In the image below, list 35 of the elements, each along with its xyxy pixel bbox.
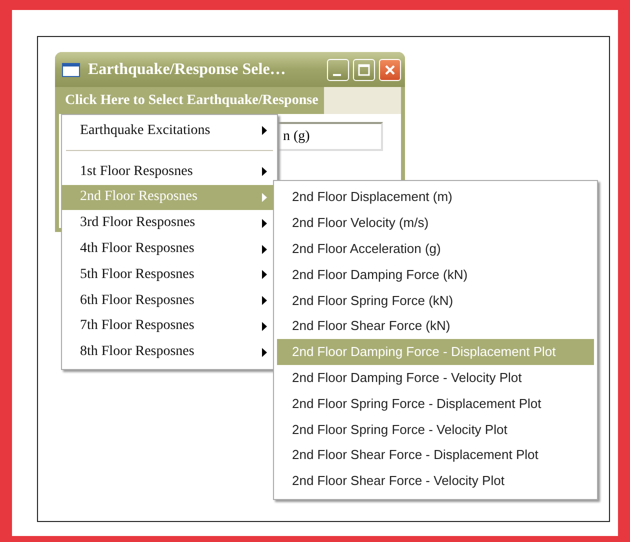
maximize-button[interactable] [353, 58, 375, 80]
maximize-icon [358, 64, 370, 76]
submenu-arrow-icon [262, 270, 267, 280]
menu-item[interactable]: 7th Floor Resposnes [62, 314, 277, 340]
menu-item[interactable]: 2nd Floor Shear Force - Velocity Plot [277, 468, 594, 494]
submenu-arrow-icon [262, 126, 267, 136]
menu-item[interactable]: 2nd Floor Displacement (m) [277, 184, 594, 210]
submenu-arrow-icon [262, 192, 267, 202]
close-icon [384, 64, 396, 76]
minimize-button[interactable] [327, 58, 349, 80]
minimize-icon [333, 74, 341, 76]
menu-item[interactable]: 2nd Floor Acceleration (g) [277, 236, 594, 262]
submenu-arrow-icon [262, 348, 267, 357]
submenu-arrow-icon [262, 296, 267, 306]
menu-item[interactable]: 2nd Floor Damping Force - Velocity Plot [277, 364, 594, 390]
menu-item[interactable]: 4th Floor Resposnes [62, 236, 277, 262]
submenu-arrow-icon [262, 167, 267, 176]
menu-item[interactable]: 5th Floor Resposnes [62, 262, 277, 288]
menu-item[interactable]: 8th Floor Resposnes [62, 339, 277, 366]
menu-item[interactable]: 2nd Floor Spring Force - Velocity Plot [277, 416, 594, 442]
menu-item[interactable]: 2nd Floor Damping Force (kN) [277, 261, 594, 288]
menu-item[interactable]: 2nd Floor Spring Force (kN) [277, 287, 594, 313]
submenu-arrow-icon [262, 244, 267, 254]
menu-item[interactable]: 2nd Floor Velocity (m/s) [277, 210, 594, 236]
close-button[interactable] [379, 58, 401, 80]
menu-item[interactable]: 2nd Floor Spring Force - Displacement Plot [277, 390, 594, 416]
window-title: Earthquake/Response Sele… [88, 60, 287, 78]
menu-item[interactable]: 2nd Floor Shear Force - Displacement Plot [277, 442, 594, 468]
menu-item[interactable]: 3rd Floor Resposnes [62, 210, 277, 236]
menu-item[interactable]: 6th Floor Resposnes [62, 288, 277, 314]
submenu-arrow-icon [262, 218, 267, 228]
menu-item[interactable]: 1st Floor Resposnes [62, 158, 277, 185]
menu-item[interactable]: 2nd Floor Shear Force (kN) [277, 312, 594, 339]
window-icon [62, 62, 80, 76]
submenu-arrow-icon [262, 322, 267, 331]
